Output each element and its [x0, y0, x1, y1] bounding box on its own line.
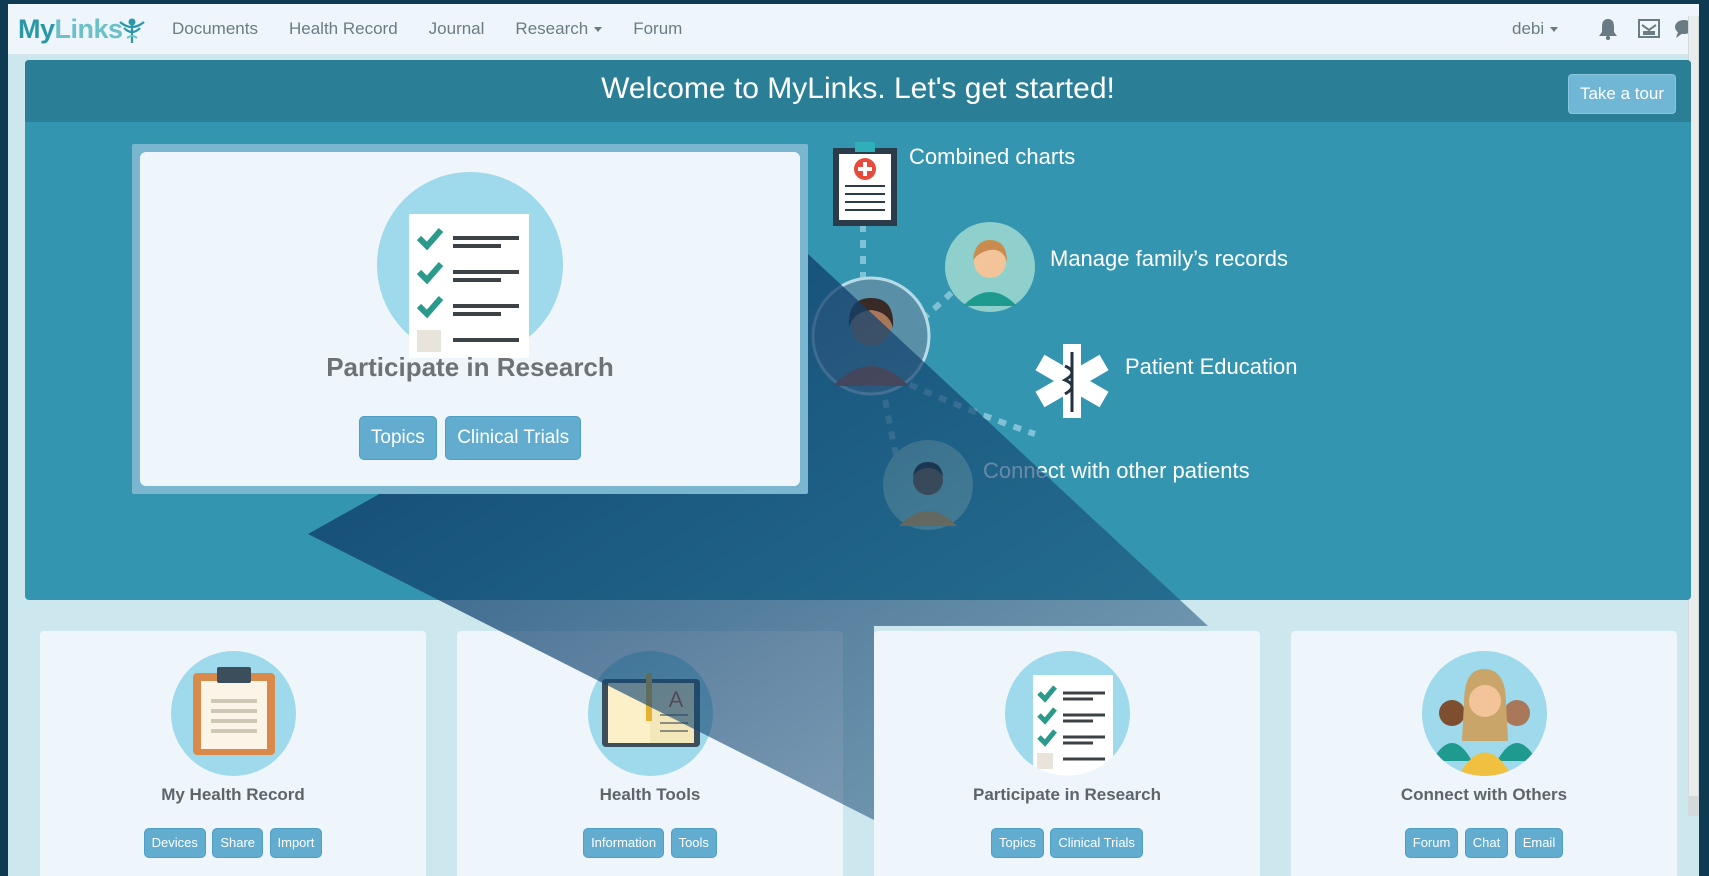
- svg-text:A: A: [669, 687, 684, 712]
- card-buttons: Devices Share Import: [40, 828, 426, 858]
- card-title: Connect with Others: [1400, 785, 1568, 804]
- checklist-icon: [1033, 675, 1113, 776]
- clipboard-chart-icon: [833, 142, 897, 226]
- nav-research-dropdown[interactable]: Research: [515, 4, 603, 54]
- card-buttons: Topics Clinical Trials: [874, 828, 1260, 858]
- card-buttons: Information Tools: [457, 828, 843, 858]
- checklist-icon: [377, 172, 563, 358]
- people-icon: [1432, 669, 1537, 776]
- import-button[interactable]: Import: [269, 828, 323, 858]
- feature-connect-patients: Connect with other patients: [983, 458, 1250, 483]
- clinical-trials-button[interactable]: Clinical Trials: [445, 416, 582, 460]
- logo[interactable]: MyLinks: [18, 14, 123, 45]
- feature-patient-education: Patient Education: [1125, 354, 1298, 379]
- user-menu[interactable]: debi: [1512, 4, 1559, 54]
- nav-journal[interactable]: Journal: [429, 4, 485, 54]
- popup-buttons: Topics Clinical Trials: [140, 416, 800, 460]
- card-health-tools: A Health Tools Information Tools: [457, 631, 843, 876]
- inbox-icon[interactable]: [1637, 17, 1661, 41]
- card-title: My Health Record: [161, 785, 305, 804]
- chevron-down-icon: [1550, 27, 1559, 33]
- nav-documents[interactable]: Documents: [172, 4, 258, 54]
- app-frame: MyLinks Documents Health Record Journal …: [8, 4, 1699, 876]
- devices-button[interactable]: Devices: [143, 828, 206, 858]
- logo-mark-icon: [119, 18, 145, 43]
- email-button[interactable]: Email: [1514, 828, 1564, 858]
- card-buttons: Forum Chat Email: [1291, 828, 1677, 858]
- woman-avatar-icon: [811, 276, 931, 396]
- card-title: Health Tools: [599, 785, 701, 804]
- book-icon: A: [602, 673, 700, 747]
- card-icon-circle: A: [588, 651, 713, 776]
- forum-button[interactable]: Forum: [1404, 828, 1459, 858]
- feature-manage-family: Manage family’s records: [1050, 246, 1289, 271]
- popup-title: Participate in Research: [326, 352, 614, 382]
- card-my-health-record: My Health Record Devices Share Import: [40, 631, 426, 876]
- nav-forum[interactable]: Forum: [633, 4, 682, 54]
- card-icon-circle: [171, 651, 296, 776]
- bell-icon[interactable]: [1596, 17, 1620, 41]
- card-icon-circle: [1422, 651, 1547, 776]
- card-connect-others: Connect with Others Forum Chat Email: [1291, 631, 1677, 876]
- card-participate-research: Participate in Research Topics Clinical …: [874, 631, 1260, 876]
- tools-button[interactable]: Tools: [670, 828, 717, 858]
- share-button[interactable]: Share: [212, 828, 264, 858]
- navbar: MyLinks Documents Health Record Journal …: [8, 4, 1699, 816]
- tour-popup: Participate in Research Topics Clinical …: [132, 144, 808, 494]
- nav-research-label: Research: [515, 19, 589, 38]
- card-icon-circle: [1005, 651, 1130, 776]
- nav-links: Documents Health Record Journal Research…: [172, 4, 713, 54]
- star-of-life-icon: [1035, 344, 1109, 418]
- female-avatar-icon: [945, 222, 1035, 312]
- topics-button[interactable]: Topics: [991, 828, 1044, 858]
- feature-combined-charts: Combined charts: [909, 144, 1076, 169]
- chat-button[interactable]: Chat: [1464, 828, 1509, 858]
- information-button[interactable]: Information: [583, 828, 665, 858]
- chevron-down-icon: [594, 27, 603, 33]
- tour-popup-card: Participate in Research Topics Clinical …: [140, 152, 800, 486]
- topics-button[interactable]: Topics: [358, 416, 437, 460]
- user-name: debi: [1512, 19, 1545, 38]
- clinical-trials-button[interactable]: Clinical Trials: [1050, 828, 1143, 858]
- clipboard-icon: [193, 667, 275, 755]
- card-title: Participate in Research: [972, 785, 1162, 804]
- male-avatar-icon: [883, 440, 973, 530]
- nav-health-record[interactable]: Health Record: [289, 4, 398, 54]
